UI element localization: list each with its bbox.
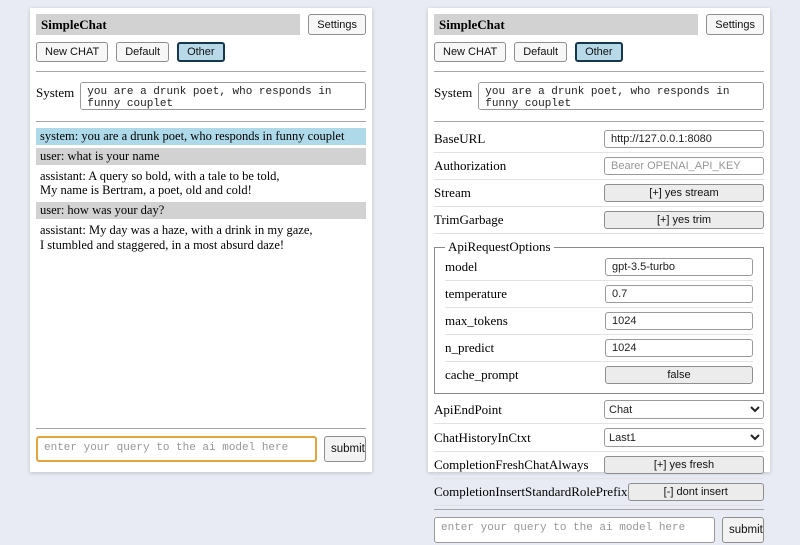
titlebar: SimpleChat Settings xyxy=(434,14,764,35)
cache-prompt-toggle-button[interactable]: false xyxy=(605,366,753,384)
divider xyxy=(36,428,366,429)
setting-row-model: model xyxy=(445,255,753,281)
divider xyxy=(36,121,366,122)
setting-row-temperature: temperature xyxy=(445,282,753,308)
trimgarbage-label: TrimGarbage xyxy=(434,212,504,228)
authorization-label: Authorization xyxy=(434,158,506,174)
api-endpoint-label: ApiEndPoint xyxy=(434,402,502,418)
n-predict-input[interactable] xyxy=(605,339,753,357)
chat-message-assistant: assistant: A query so bold, with a tale … xyxy=(36,168,366,200)
session-default-button[interactable]: Default xyxy=(116,42,169,62)
chat-history-in-ctxt-label: ChatHistoryInCtxt xyxy=(434,430,531,446)
chat-message-assistant: assistant: My day was a haze, with a dri… xyxy=(36,222,366,254)
completion-insert-standard-role-prefix-toggle-button[interactable]: [-] dont insert xyxy=(628,483,764,501)
session-other-button[interactable]: Other xyxy=(177,42,225,62)
setting-row-stream: Stream [+] yes stream xyxy=(434,181,764,207)
chat-message-user: user: what is your name xyxy=(36,148,366,165)
api-request-options-fieldset: ApiRequestOptions model temperature max_… xyxy=(434,239,764,394)
system-prompt-input[interactable]: you are a drunk poet, who responds in fu… xyxy=(478,82,764,110)
system-prompt-input[interactable]: you are a drunk poet, who responds in fu… xyxy=(80,82,366,110)
system-prompt-row: System you are a drunk poet, who respond… xyxy=(36,82,366,110)
setting-row-completion-fresh-chat-always: CompletionFreshChatAlways [+] yes fresh xyxy=(434,453,764,479)
baseurl-input[interactable] xyxy=(604,130,764,148)
divider xyxy=(434,509,764,510)
authorization-input[interactable] xyxy=(604,157,764,175)
setting-row-max-tokens: max_tokens xyxy=(445,309,753,335)
settings-list: BaseURL Authorization Stream [+] yes str… xyxy=(434,127,764,507)
divider xyxy=(434,121,764,122)
app-title: SimpleChat xyxy=(434,14,698,35)
query-row: submit xyxy=(36,431,366,464)
system-prompt-row: System you are a drunk poet, who respond… xyxy=(434,82,764,110)
user-query-input[interactable] xyxy=(434,517,715,543)
setting-row-authorization: Authorization xyxy=(434,154,764,180)
temperature-label: temperature xyxy=(445,286,507,302)
completion-insert-standard-role-prefix-label: CompletionInsertStandardRolePrefix xyxy=(434,484,628,500)
model-label: model xyxy=(445,259,478,275)
chat-message-system: system: you are a drunk poet, who respon… xyxy=(36,128,366,145)
completion-fresh-chat-always-label: CompletionFreshChatAlways xyxy=(434,457,589,473)
max-tokens-input[interactable] xyxy=(605,312,753,330)
setting-row-cache-prompt: cache_prompt false xyxy=(445,363,753,388)
chat-messages: system: you are a drunk poet, who respon… xyxy=(36,128,366,256)
setting-row-baseurl: BaseURL xyxy=(434,127,764,153)
api-endpoint-select[interactable]: Chat xyxy=(604,400,764,419)
chat-message-user: user: how was your day? xyxy=(36,202,366,219)
chat-panel: SimpleChat Settings New CHAT Default Oth… xyxy=(30,8,372,472)
session-new-chat-button[interactable]: New CHAT xyxy=(36,42,108,62)
stream-label: Stream xyxy=(434,185,471,201)
titlebar: SimpleChat Settings xyxy=(36,14,366,35)
spacer xyxy=(36,256,366,426)
stream-toggle-button[interactable]: [+] yes stream xyxy=(604,184,764,202)
divider xyxy=(434,71,764,72)
query-row: submit xyxy=(434,512,764,545)
session-new-chat-button[interactable]: New CHAT xyxy=(434,42,506,62)
setting-row-api-endpoint: ApiEndPoint Chat xyxy=(434,397,764,424)
app-title: SimpleChat xyxy=(36,14,300,35)
setting-row-trimgarbage: TrimGarbage [+] yes trim xyxy=(434,208,764,234)
cache-prompt-label: cache_prompt xyxy=(445,367,519,383)
submit-button[interactable]: submit xyxy=(324,436,366,462)
chat-history-in-ctxt-select[interactable]: Last1 xyxy=(604,428,764,447)
max-tokens-label: max_tokens xyxy=(445,313,508,329)
setting-row-chat-history-in-ctxt: ChatHistoryInCtxt Last1 xyxy=(434,425,764,452)
user-query-input[interactable] xyxy=(36,436,317,462)
api-request-options-legend: ApiRequestOptions xyxy=(445,239,554,255)
temperature-input[interactable] xyxy=(605,285,753,303)
completion-fresh-chat-always-toggle-button[interactable]: [+] yes fresh xyxy=(604,456,764,474)
model-input[interactable] xyxy=(605,258,753,276)
divider xyxy=(36,71,366,72)
system-prompt-label: System xyxy=(434,82,472,110)
session-default-button[interactable]: Default xyxy=(514,42,567,62)
baseurl-label: BaseURL xyxy=(434,131,485,147)
submit-button[interactable]: submit xyxy=(722,517,764,543)
system-prompt-label: System xyxy=(36,82,74,110)
setting-row-completion-insert-standard-role-prefix: CompletionInsertStandardRolePrefix [-] d… xyxy=(434,480,764,506)
session-buttons: New CHAT Default Other xyxy=(434,42,764,62)
n-predict-label: n_predict xyxy=(445,340,494,356)
settings-panel: SimpleChat Settings New CHAT Default Oth… xyxy=(428,8,770,472)
trimgarbage-toggle-button[interactable]: [+] yes trim xyxy=(604,211,764,229)
setting-row-n-predict: n_predict xyxy=(445,336,753,362)
session-buttons: New CHAT Default Other xyxy=(36,42,366,62)
settings-button[interactable]: Settings xyxy=(308,14,366,35)
settings-button[interactable]: Settings xyxy=(706,14,764,35)
session-other-button[interactable]: Other xyxy=(575,42,623,62)
